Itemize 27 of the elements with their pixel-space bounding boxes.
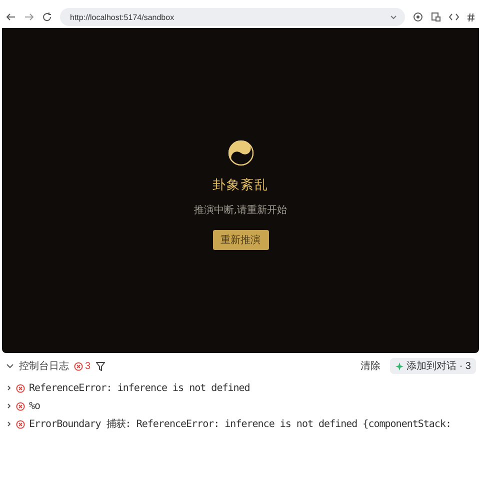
console-title: 控制台日志 (19, 360, 69, 373)
chevron-icon[interactable] (6, 362, 14, 370)
forward-icon[interactable] (24, 12, 34, 22)
error-message: 推演中断,请重新开始 (194, 204, 288, 217)
log-message: ReferenceError: inference is not defined (29, 382, 250, 394)
back-icon[interactable] (6, 12, 16, 22)
error-icon (74, 362, 83, 370)
url-text: http://localhost:5174/sandbox (70, 12, 176, 22)
add-to-chat-button[interactable]: 添加到对话 · 3 (390, 358, 476, 374)
address-bar[interactable]: http://localhost:5174/sandbox (60, 8, 405, 26)
error-icon (16, 384, 25, 392)
code-icon[interactable] (449, 13, 459, 21)
log-message: %o (29, 400, 40, 412)
reload-icon[interactable] (42, 12, 52, 22)
filter-icon[interactable] (96, 362, 105, 370)
target-icon[interactable] (413, 12, 423, 22)
error-title: 卦象紊乱 (212, 177, 268, 194)
sparkle-icon (394, 362, 404, 370)
dropdown-icon[interactable] (390, 14, 397, 20)
error-icon (16, 402, 25, 410)
devices-icon[interactable] (431, 12, 441, 22)
error-icon (16, 420, 25, 428)
log-message: ErrorBoundary 捕获: ReferenceError: inference is not defined {componentStack: (29, 418, 451, 431)
restart-button[interactable]: 重新推演 (212, 230, 268, 250)
error-count: 3 (85, 360, 91, 372)
hash-icon[interactable] (467, 12, 475, 22)
clear-button[interactable]: 清除 (356, 359, 385, 373)
